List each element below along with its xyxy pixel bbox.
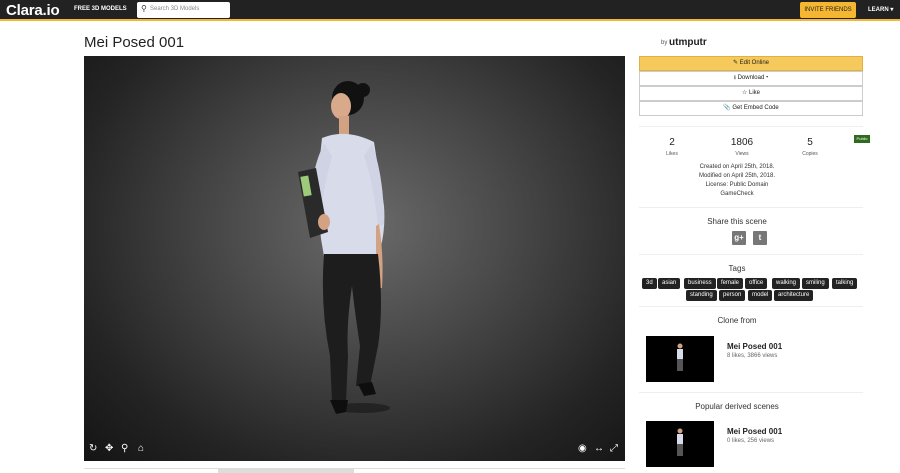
divider bbox=[639, 126, 863, 127]
top-nav-bar: Clara.io FREE 3D MODELS ⚲ Search 3D Mode… bbox=[0, 0, 900, 21]
derived-thumbnail[interactable] bbox=[646, 421, 714, 467]
learn-menu[interactable]: LEARN ▾ bbox=[868, 6, 893, 13]
author-link[interactable]: utmputr bbox=[669, 37, 707, 48]
tag-smiling[interactable]: smiling bbox=[802, 278, 829, 289]
divider bbox=[639, 306, 863, 307]
like-button[interactable]: ☆ Like bbox=[639, 86, 863, 101]
tag-business[interactable]: business bbox=[684, 278, 716, 289]
invite-friends-button[interactable]: INVITE FRIENDS bbox=[800, 2, 856, 18]
nav-free-3d-models[interactable]: FREE 3D MODELS bbox=[74, 6, 127, 12]
download-button[interactable]: ⭳ Download ▾ bbox=[639, 71, 863, 86]
rotate-icon[interactable]: ↻ bbox=[89, 443, 97, 454]
derived-scene-name[interactable]: Mei Posed 001 bbox=[727, 427, 782, 436]
tag-walking[interactable]: walking bbox=[772, 278, 801, 289]
tag-office[interactable]: office bbox=[745, 278, 768, 289]
copies-label: Copies bbox=[802, 151, 818, 157]
search-placeholder: Search 3D Models bbox=[150, 6, 200, 12]
divider bbox=[639, 392, 863, 393]
share-title: Share this scene bbox=[707, 217, 767, 226]
license-info: License: Public Domain bbox=[705, 182, 769, 188]
home-icon[interactable]: ⌂ bbox=[138, 443, 144, 454]
derived-scenes-title: Popular derived scenes bbox=[695, 402, 779, 411]
tag-model[interactable]: model bbox=[748, 290, 773, 301]
tag-talking[interactable]: talking bbox=[832, 278, 858, 289]
fullscreen-icon[interactable]: ⤢ bbox=[610, 443, 618, 454]
divider bbox=[639, 207, 863, 208]
clone-thumbnail[interactable] bbox=[646, 336, 714, 382]
likes-count: 2 bbox=[669, 137, 675, 148]
clone-scene-stats: 8 likes, 3866 views bbox=[727, 353, 778, 359]
clone-from-title: Clone from bbox=[717, 316, 757, 325]
thumbnail-figure-icon bbox=[677, 428, 683, 456]
embed-code-button[interactable]: 📎 Get Embed Code bbox=[639, 101, 863, 116]
author-by-label: by bbox=[661, 40, 668, 46]
created-date: Created on April 25th, 2018. bbox=[699, 164, 775, 170]
page-title: Mei Posed 001 bbox=[84, 34, 185, 51]
3d-viewer[interactable] bbox=[84, 56, 625, 461]
derived-scene-stats: 0 likes, 256 views bbox=[727, 438, 775, 444]
camera-icon[interactable]: ◉ bbox=[578, 443, 587, 454]
search-icon: ⚲ bbox=[141, 4, 147, 13]
views-count: 1806 bbox=[730, 137, 754, 148]
tag-3d[interactable]: 3d bbox=[642, 278, 657, 289]
tags-title: Tags bbox=[728, 264, 746, 273]
likes-label: Likes bbox=[666, 151, 678, 157]
google-plus-icon[interactable]: g+ bbox=[732, 231, 746, 245]
thumbnail-figure-icon bbox=[677, 343, 683, 371]
twitter-icon[interactable]: t bbox=[753, 231, 767, 245]
search-input[interactable]: ⚲ Search 3D Models bbox=[137, 2, 230, 18]
tag-asian[interactable]: asian bbox=[658, 278, 681, 289]
zoom-icon[interactable]: ⚲ bbox=[121, 443, 128, 454]
copies-count: 5 bbox=[807, 137, 813, 148]
active-tab-indicator[interactable] bbox=[218, 469, 354, 473]
viewer-tabs-bar bbox=[84, 468, 625, 473]
views-label: Views bbox=[735, 151, 749, 157]
clara-logo[interactable]: Clara.io bbox=[6, 2, 60, 19]
tag-architecture[interactable]: architecture bbox=[774, 290, 814, 301]
gamecheck-link[interactable]: GameCheck bbox=[639, 191, 835, 197]
clone-scene-name[interactable]: Mei Posed 001 bbox=[727, 342, 782, 351]
pan-icon[interactable]: ✥ bbox=[105, 443, 113, 454]
resize-icon[interactable]: ↔ bbox=[594, 443, 604, 454]
tag-female[interactable]: female bbox=[717, 278, 744, 289]
divider bbox=[639, 254, 863, 255]
edit-online-button[interactable]: ✎ Edit Online bbox=[639, 56, 863, 71]
tag-person[interactable]: person bbox=[719, 290, 746, 301]
modified-date: Modified on April 25th, 2018. bbox=[698, 173, 776, 179]
public-badge: Public bbox=[854, 135, 870, 143]
tag-standing[interactable]: standing bbox=[686, 290, 717, 301]
scene-figure bbox=[298, 81, 390, 414]
